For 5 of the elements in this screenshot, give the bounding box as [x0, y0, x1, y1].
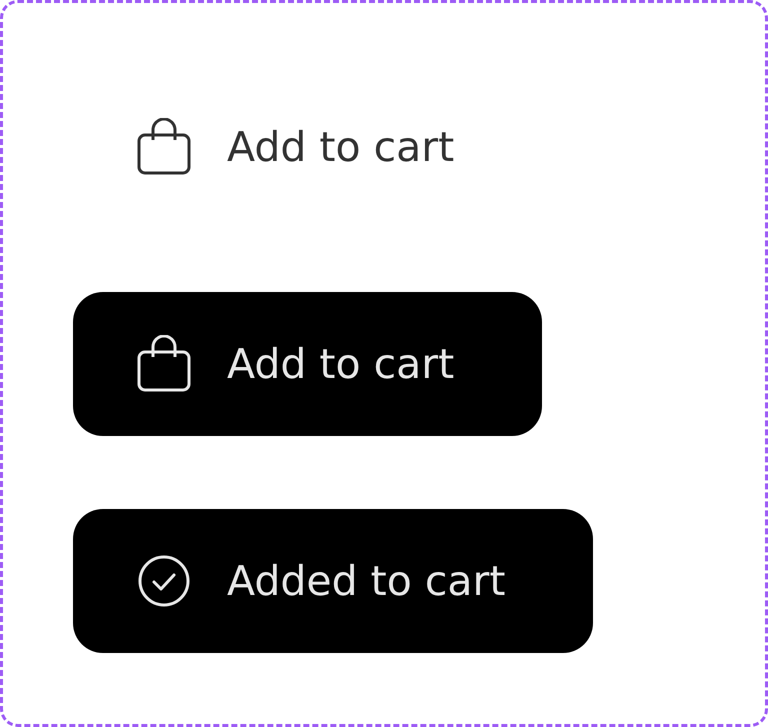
- bag-icon: [137, 335, 191, 393]
- add-to-cart-button[interactable]: Add to cart: [73, 75, 542, 219]
- add-to-cart-button[interactable]: Added to cart: [73, 509, 594, 653]
- bag-icon: [137, 118, 191, 176]
- add-to-cart-button[interactable]: Add to cart: [73, 292, 542, 436]
